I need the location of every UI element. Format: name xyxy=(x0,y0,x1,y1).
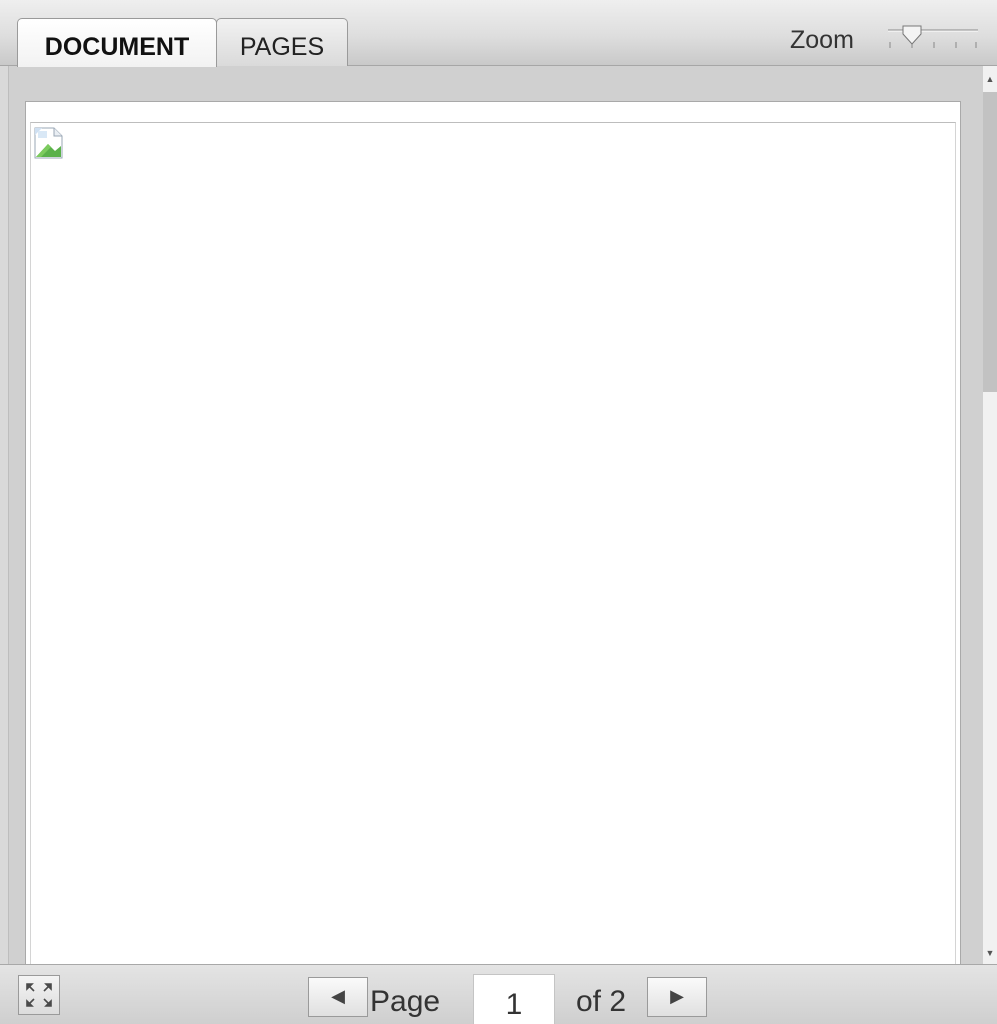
fullscreen-button[interactable] xyxy=(18,975,60,1015)
next-page-button[interactable]: ▶ xyxy=(647,977,707,1017)
previous-page-button[interactable]: ◀ xyxy=(308,977,368,1017)
broken-image-icon xyxy=(34,127,63,159)
page-content xyxy=(30,122,956,970)
triangle-right-icon: ▶ xyxy=(670,986,684,1006)
zoom-slider[interactable] xyxy=(886,22,980,52)
zoom-label: Zoom xyxy=(790,26,854,54)
page-label: Page xyxy=(370,985,441,1018)
page-count-label: of 2 xyxy=(576,985,627,1018)
triangle-left-icon: ◀ xyxy=(331,986,345,1006)
fullscreen-icon xyxy=(26,983,52,1007)
document-page xyxy=(25,101,961,971)
scroll-up-arrow-icon[interactable]: ▲ xyxy=(983,66,997,88)
scroll-thumb[interactable] xyxy=(983,92,997,392)
vertical-scrollbar[interactable]: ▲ ▼ xyxy=(983,66,997,964)
scroll-down-arrow-icon[interactable]: ▼ xyxy=(983,942,997,964)
tab-document[interactable]: DOCUMENT xyxy=(17,18,217,67)
document-viewer: DOCUMENT PAGES Zoom ▲ ▼ ◀ Page 1 of 2 ▶ xyxy=(0,0,997,1024)
page-number-input[interactable] xyxy=(473,974,555,1024)
bottom-toolbar: ◀ Page of 2 ▶ xyxy=(0,964,997,1024)
zoom-handle-icon[interactable] xyxy=(902,25,922,45)
tab-pages[interactable]: PAGES xyxy=(216,18,348,66)
top-toolbar: DOCUMENT PAGES Zoom xyxy=(0,0,997,67)
